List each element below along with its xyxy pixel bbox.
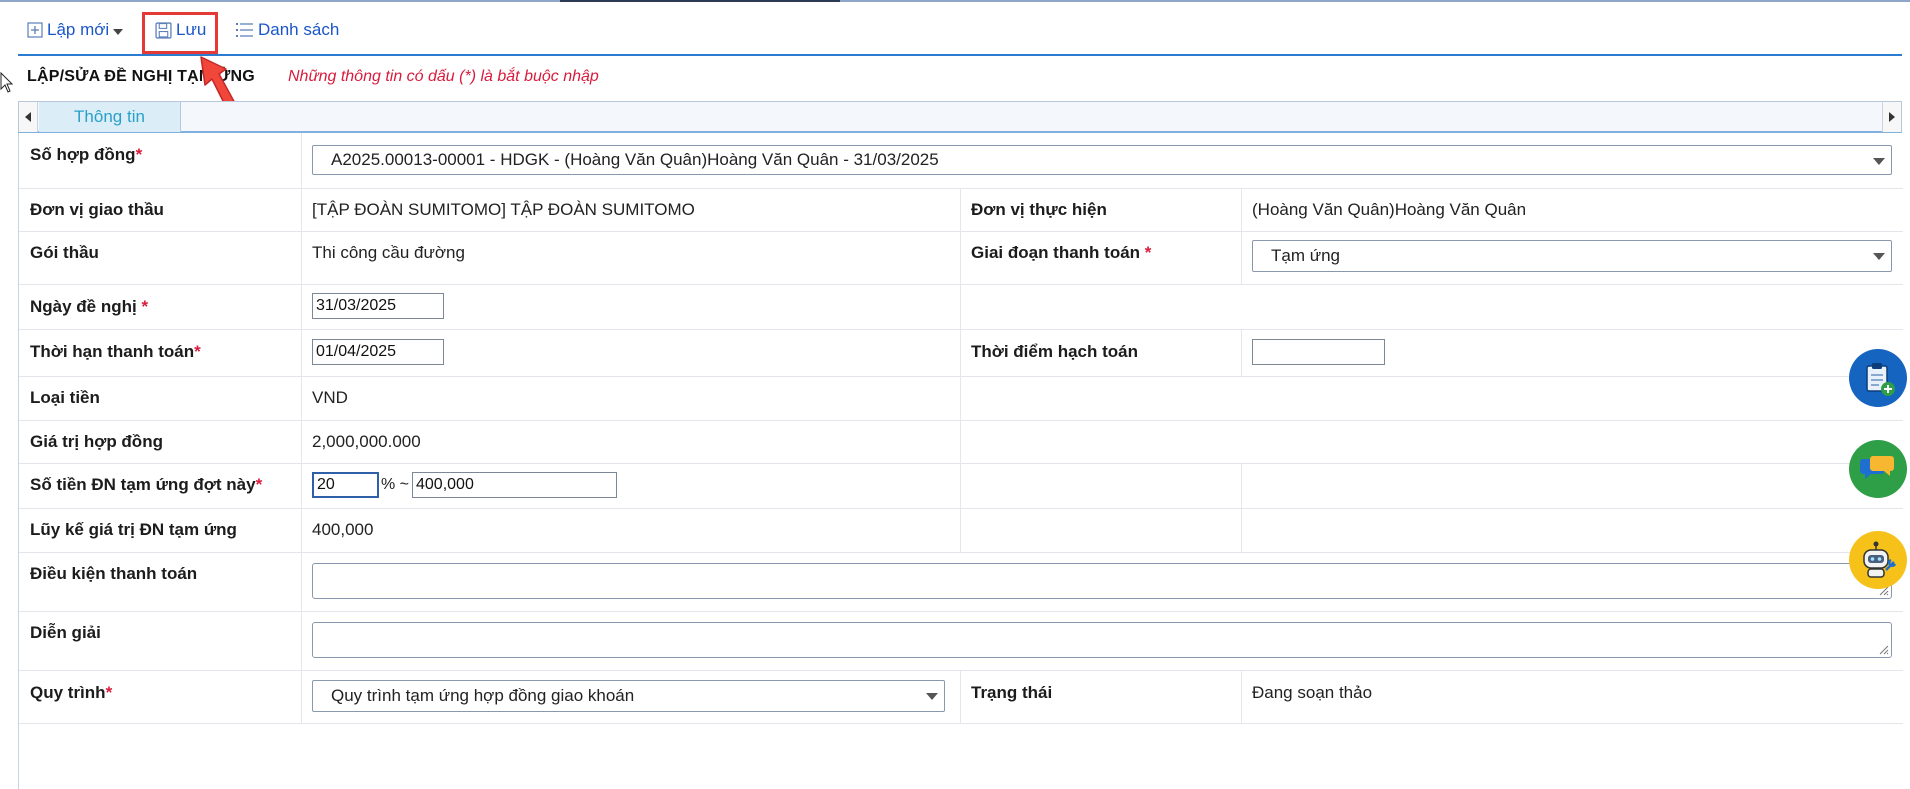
contracting-unit-value: [TẬP ĐOÀN SUMITOMO] TẬP ĐOÀN SUMITOMO [312,200,695,219]
list-button[interactable]: Danh sách [236,20,339,40]
advance-amount-input[interactable] [412,472,617,498]
currency-label: Loại tiền [30,388,100,407]
form-row-description: Diễn giải [19,611,1903,671]
toolbar: Lập mới Lưu Danh sách [0,8,1902,54]
list-icon [236,23,253,37]
save-highlight-box [142,12,218,54]
mouse-cursor-icon [0,72,14,93]
package-label: Gói thầu [30,243,99,262]
chevron-right-icon [1889,112,1895,122]
tab-thong-tin[interactable]: Thông tin [39,102,181,132]
payment-deadline-input[interactable] [312,339,444,365]
status-value: Đang soạn thảo [1252,683,1373,702]
new-button-label: Lập mới [47,20,110,39]
payment-stage-value: Tạm ứng [1271,246,1341,265]
support-bot-float-button[interactable] [1849,531,1907,589]
payment-terms-textarea[interactable] [312,563,1892,599]
contract-no-value: A2025.00013-00001 - HDGK - (Hoàng Văn Qu… [331,150,939,169]
chevron-down-icon [1873,253,1885,260]
form-row-process: Quy trình* Quy trình tạm ứng hợp đồng gi… [19,670,1903,724]
form-row-units: Đơn vị giao thầu [TẬP ĐOÀN SUMITOMO] TẬP… [19,188,1903,232]
new-document-float-button[interactable] [1849,349,1907,407]
form-row-request-date: Ngày đề nghị * [19,284,1903,330]
advance-amount-label: Số tiền ĐN tạm ứng đợt này* [30,475,263,494]
resize-handle-icon [1879,645,1889,655]
process-label: Quy trình* [30,683,113,702]
clipboard-add-icon [1866,363,1895,396]
contract-no-label: Số hợp đồng* [30,145,143,164]
payment-deadline-label: Thời hạn thanh toán* [30,342,201,361]
list-button-label: Danh sách [258,20,340,39]
contracting-unit-label: Đơn vị giao thầu [30,200,164,219]
chevron-down-icon [113,28,124,35]
request-date-input[interactable] [312,293,444,319]
form-row-cumulative: Lũy kế giá trị ĐN tạm ứng 400,000 [19,508,1903,553]
chat-icon [1860,456,1894,479]
cumulative-label: Lũy kế giá trị ĐN tạm ứng [30,520,237,539]
package-value: Thi công cầu đường [312,243,465,262]
accounting-time-label: Thời điểm hạch toán [971,342,1138,361]
tab-scroll-left[interactable] [19,102,38,132]
toolbar-divider [18,54,1902,56]
accounting-time-input[interactable] [1252,339,1385,365]
tab-strip: Thông tin [18,101,1902,133]
form-row-advance-amount: Số tiền ĐN tạm ứng đợt này* % ~ [19,463,1903,509]
chevron-down-icon [926,693,938,700]
contract-value-label: Giá trị hợp đồng [30,432,163,451]
advance-request-form: Số hợp đồng* A2025.00013-00001 - HDGK - … [18,133,1903,789]
chat-float-button[interactable] [1849,440,1907,498]
form-row-package: Gói thầu Thi công cầu đường Giai đoạn th… [19,231,1903,285]
window-top-border [0,0,1910,2]
advance-percent-input[interactable] [312,472,379,498]
chevron-down-icon [1873,158,1885,165]
form-row-currency: Loại tiền VND [19,376,1903,421]
payment-terms-label: Điều kiện thanh toán [30,564,198,583]
contract-value-value: 2,000,000.000 [312,432,421,451]
tab-scroll-right[interactable] [1882,102,1901,132]
form-row-payment-terms: Điều kiện thanh toán [19,552,1903,612]
payment-stage-label: Giai đoạn thanh toán * [971,243,1152,262]
request-date-label: Ngày đề nghị * [30,297,149,316]
form-row-contract: Số hợp đồng* A2025.00013-00001 - HDGK - … [19,133,1903,189]
percent-separator: % ~ [381,476,410,493]
chevron-left-icon [25,112,31,122]
currency-value: VND [312,388,348,407]
form-row-contract-value: Giá trị hợp đồng 2,000,000.000 [19,420,1903,464]
robot-support-icon [1863,541,1897,578]
new-button[interactable]: Lập mới [27,20,124,40]
payment-stage-select[interactable]: Tạm ứng [1252,240,1892,272]
description-label: Diễn giải [30,623,101,642]
plus-square-icon [27,22,43,38]
executing-unit-value: (Hoàng Văn Quân)Hoàng Văn Quân [1252,200,1527,219]
cumulative-value: 400,000 [312,520,374,539]
process-value: Quy trình tạm ứng hợp đồng giao khoán [331,686,635,705]
executing-unit-label: Đơn vị thực hiện [971,200,1107,219]
process-select[interactable]: Quy trình tạm ứng hợp đồng giao khoán [312,680,945,712]
contract-no-select[interactable]: A2025.00013-00001 - HDGK - (Hoàng Văn Qu… [312,145,1892,175]
required-fields-note: Những thông tin có dấu (*) là bắt buộc n… [288,68,599,85]
description-textarea[interactable] [312,622,1892,658]
status-label: Trạng thái [971,683,1053,702]
form-row-deadline: Thời hạn thanh toán* Thời điểm hạch toán [19,329,1903,377]
